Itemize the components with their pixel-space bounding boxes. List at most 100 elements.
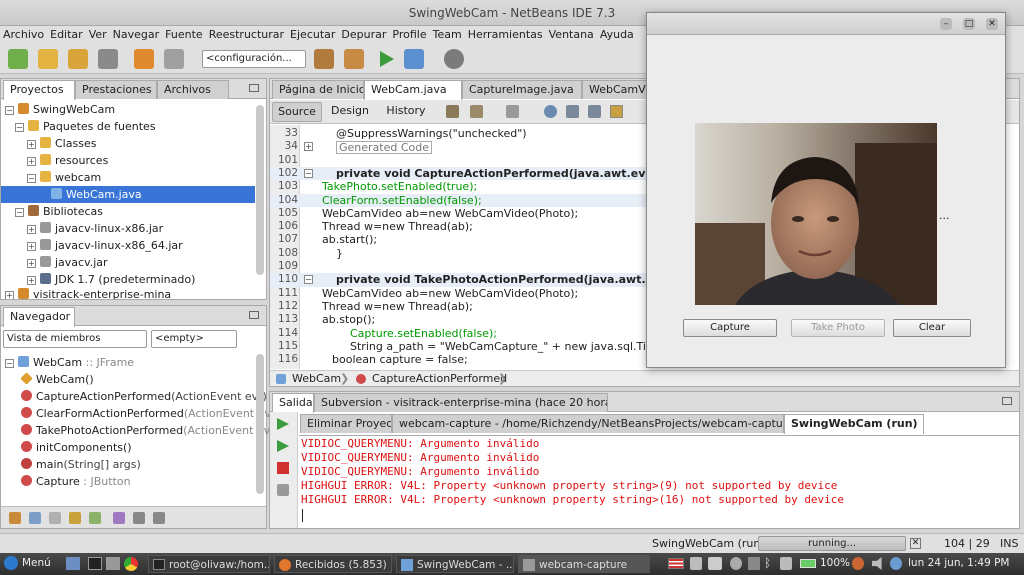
nav-member[interactable]: WebCam() [20,371,94,388]
tab-subversion[interactable]: Subversion - visitrack-enterprise-mina (… [314,393,608,412]
menu-ejecutar[interactable]: Ejecutar [287,26,338,41]
redo-icon[interactable] [164,49,184,69]
run-icon[interactable] [380,51,394,67]
task-terminal[interactable]: root@olivaw:/hom... [148,555,270,573]
members-view-combo[interactable]: Vista de miembros [3,330,147,348]
minimize-panel-icon[interactable] [249,311,259,319]
menu-fuente[interactable]: Fuente [162,26,206,41]
nav-member[interactable]: main(String[] args) [21,456,141,473]
menu-ventana[interactable]: Ventana [546,26,597,41]
minimize-icon[interactable]: – [940,18,952,30]
filter-icon[interactable] [89,512,101,524]
volume-icon[interactable] [872,557,882,570]
tree-item-jar-2[interactable]: + javacv-linux-x86_64.jar [27,237,183,254]
nav-member[interactable]: ClearFormActionPerformed(ActionEvent ev [21,405,271,422]
nav-member[interactable]: CaptureActionPerformed(ActionEvent evt) [21,388,267,405]
history-button[interactable]: History [380,102,432,122]
keyboard-layout-icon[interactable] [668,558,684,569]
nav-root[interactable]: − WebCam :: JFrame [5,354,134,371]
app-tray-icon[interactable] [708,557,722,570]
menu-navegar[interactable]: Navegar [110,26,163,41]
menu-ver[interactable]: Ver [86,26,110,41]
undo-icon[interactable] [134,49,154,69]
settings-icon[interactable] [277,484,289,496]
menu-ayuda[interactable]: Ayuda [597,26,637,41]
rerun-icon[interactable] [277,418,289,430]
tree-item-webcam-java[interactable]: WebCam.java [1,186,255,203]
toggle-highlight-icon[interactable] [610,105,623,118]
generated-code-fold[interactable]: Generated Code [336,141,433,155]
notifications-icon[interactable] [730,557,742,570]
minimize-panel-icon[interactable] [1002,397,1012,405]
menu-depurar[interactable]: Depurar [338,26,389,41]
nav-member[interactable]: initComponents() [21,439,132,456]
chrome-icon[interactable] [124,557,138,571]
task-firefox[interactable]: Recibidos (5.853) ... [274,555,392,573]
clean-build-icon[interactable] [344,49,364,69]
find-next-icon[interactable] [588,105,601,118]
build-hammer-icon[interactable] [314,49,334,69]
new-project-icon[interactable] [38,49,58,69]
close-icon[interactable]: ✕ [986,18,998,30]
find-previous-icon[interactable] [566,105,579,118]
fedora-menu-icon[interactable] [4,556,18,570]
configuration-combo[interactable]: <configuración... [202,50,306,68]
sort-icon[interactable] [113,512,125,524]
tray-app-icon[interactable] [852,557,864,570]
capture-button[interactable]: Capture [683,319,777,337]
nav-member[interactable]: TakePhotoActionPerformed(ActionEvent ev [21,422,270,439]
menu-herramientas[interactable]: Herramientas [465,26,546,41]
maximize-icon[interactable]: □ [963,18,975,30]
tree-item-visitrack[interactable]: + visitrack-enterprise-mina [5,288,171,299]
tree-item-jar-3[interactable]: + javacv.jar [27,254,108,271]
filter-icon[interactable] [9,512,21,524]
nav-member[interactable]: Capture : JButton [21,473,131,490]
tree-item-libraries[interactable]: − Bibliotecas [15,203,103,220]
menu-reestructurar[interactable]: Reestructurar [206,26,287,41]
update-icon[interactable] [748,557,760,570]
projects-scrollbar[interactable] [256,105,264,275]
new-file-icon[interactable] [8,49,28,69]
network-icon[interactable] [780,557,792,570]
tree-item-classes[interactable]: + Classes [27,135,96,152]
tray-app-icon[interactable] [890,557,902,570]
tree-item-swingwebcam[interactable]: − SwingWebCam [5,101,115,118]
start-menu-label[interactable]: Menú [22,557,51,569]
clear-button[interactable]: Clear [893,319,971,337]
design-button[interactable]: Design [326,102,374,122]
subtab-eliminar-proyecto[interactable]: Eliminar Proyecto [300,414,392,433]
code-area[interactable]: 33 @SuppressWarnings("unchecked") 34 + Gene… [270,127,650,369]
source-button[interactable]: Source [272,102,322,122]
filter-combo[interactable]: <empty> [151,330,237,348]
tab-prestaciones[interactable]: Prestaciones [75,80,157,99]
tree-item-jdk[interactable]: + JDK 1.7 (predeterminado) [27,271,195,288]
breadcrumb-method[interactable]: CaptureActionPerformed [372,372,507,385]
filter-icon[interactable] [69,512,81,524]
tab-webcamv[interactable]: WebCamV [582,80,652,99]
terminal-icon[interactable] [88,557,102,570]
take-photo-button[interactable]: Take Photo [791,319,885,337]
tab-proyectos[interactable]: Proyectos [3,80,75,100]
find-icon[interactable] [544,105,557,118]
breadcrumb-class[interactable]: WebCam [292,372,341,385]
menu-profile[interactable]: Profile [389,26,429,41]
save-all-icon[interactable] [98,49,118,69]
menu-editar[interactable]: Editar [47,26,86,41]
sort-icon[interactable] [153,512,165,524]
tree-item-jar-1[interactable]: + javacv-linux-x86.jar [27,220,163,237]
menu-archivo[interactable]: Archivo [0,26,47,41]
debug-icon[interactable] [404,49,424,69]
battery-icon[interactable] [800,559,816,568]
stop-icon[interactable] [277,462,289,474]
clock[interactable]: lun 24 jun, 1:49 PM [908,557,1009,569]
sort-icon[interactable] [133,512,145,524]
bluetooth-icon[interactable]: ᛒ [764,556,774,571]
task-webcam-capture[interactable]: webcam-capture [518,555,650,573]
subtab-webcam-capture[interactable]: webcam-capture - /home/Richzendy/NetBean… [392,414,784,433]
forward-icon[interactable] [506,105,519,118]
last-edit-icon[interactable] [446,105,459,118]
tree-item-webcam[interactable]: − webcam [27,169,101,186]
clipboard-icon[interactable] [690,557,702,570]
minimize-panel-icon[interactable] [249,84,259,92]
tab-captureimage-java[interactable]: CaptureImage.java [462,80,582,99]
